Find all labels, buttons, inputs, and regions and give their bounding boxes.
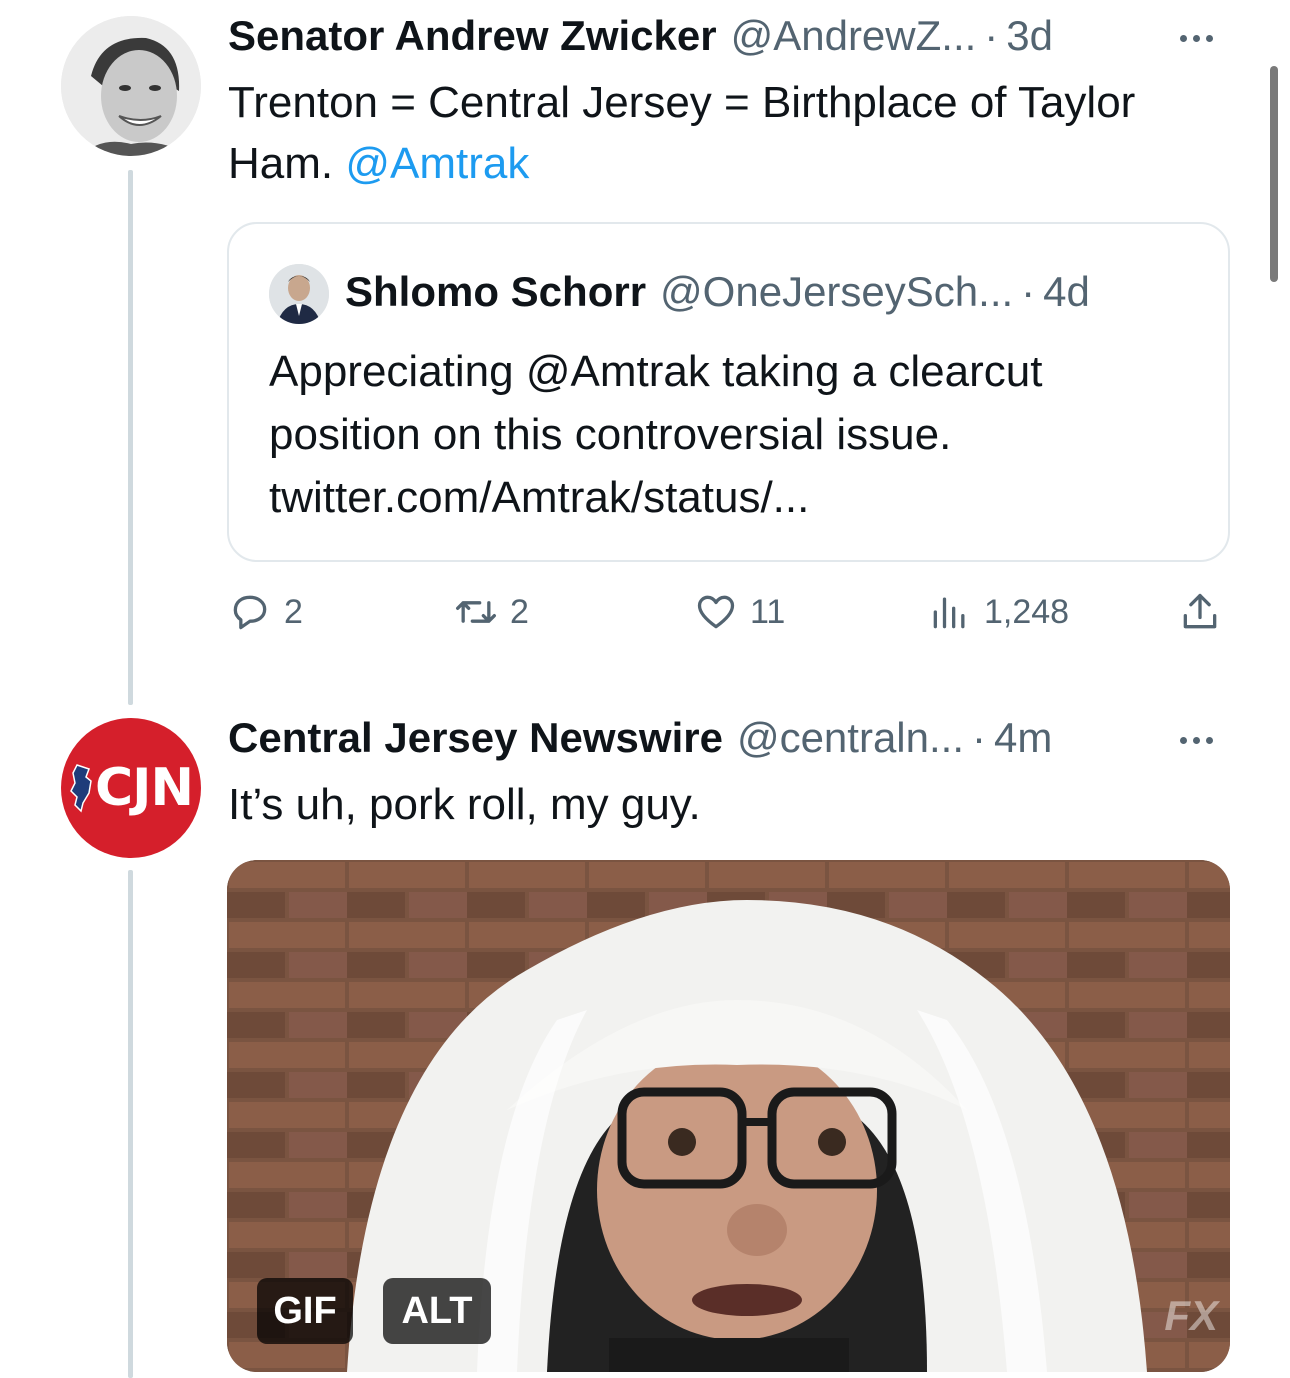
cjn-logo-text: CJN (94, 758, 194, 818)
fx-watermark: FX (1164, 1292, 1218, 1339)
quote-display-name[interactable]: Shlomo Schorr (345, 268, 646, 316)
analytics-icon (933, 597, 965, 629)
timestamp[interactable]: 4m (994, 714, 1052, 762)
scrollbar[interactable] (1270, 66, 1278, 282)
separator-dot: · (972, 714, 986, 761)
retweet-count: 2 (510, 592, 529, 631)
retweet-icon (456, 601, 496, 623)
tweet-header: Senator Andrew Zwicker @AndrewZ... · 3d (228, 12, 1053, 60)
alt-text-button[interactable]: ALT (383, 1278, 491, 1344)
timestamp[interactable]: 3d (1006, 12, 1053, 60)
gif-frame (227, 860, 1230, 1372)
avatar[interactable] (61, 16, 201, 156)
quote-avatar[interactable] (269, 264, 329, 324)
like-count: 11 (750, 592, 786, 631)
thread-connector (128, 870, 133, 1378)
retweet-button[interactable]: 2 (454, 590, 529, 634)
tweet-header: Central Jersey Newswire @centraln... · 4… (228, 714, 1052, 762)
separator-dot: · (984, 12, 999, 59)
share-icon (1183, 593, 1217, 629)
view-count: 1,248 (984, 592, 1070, 631)
reply-button[interactable]: 2 (228, 590, 303, 634)
heart-icon (697, 595, 735, 629)
reply-icon (233, 595, 267, 630)
user-handle[interactable]: @centraln... (737, 714, 964, 762)
gif-media[interactable]: GIF ALT FX (227, 860, 1230, 1372)
avatar-photo (61, 16, 201, 156)
quote-text: Appreciating @Amtrak taking a clearcut p… (269, 347, 1043, 522)
quote-handle[interactable]: @OneJerseySch... (660, 268, 1013, 316)
like-button[interactable]: 11 (694, 590, 785, 634)
quoted-tweet[interactable]: Shlomo Schorr @OneJerseySch... · 4d Appr… (227, 222, 1230, 562)
cjn-logo: CJN (69, 758, 194, 818)
more-options-icon[interactable] (1180, 28, 1226, 48)
share-button[interactable] (1178, 590, 1234, 634)
display-name[interactable]: Senator Andrew Zwicker (228, 12, 717, 60)
quote-avatar-photo (269, 264, 329, 324)
separator-dot: · (1021, 268, 1036, 315)
tweet-text: It’s uh, pork roll, my guy. (228, 780, 701, 829)
quote-timestamp[interactable]: 4d (1043, 268, 1090, 316)
new-jersey-map-icon (70, 764, 92, 813)
tweet-actions: 2 2 11 1,248 (228, 590, 1228, 640)
gif-badge: GIF (257, 1278, 353, 1344)
thread-connector (128, 170, 133, 705)
reply-count: 2 (284, 592, 303, 631)
user-handle[interactable]: @AndrewZ... (731, 12, 977, 60)
views-button[interactable]: 1,248 (928, 590, 1069, 634)
display-name[interactable]: Central Jersey Newswire (228, 714, 723, 762)
mention-link[interactable]: @Amtrak (345, 139, 529, 188)
tweet-text: Trenton = Central Jersey = Birthplace of… (228, 72, 1238, 194)
more-options-icon[interactable] (1180, 730, 1226, 750)
quote-header: Shlomo Schorr @OneJerseySch... · 4d (345, 268, 1090, 316)
avatar[interactable]: CJN (61, 718, 201, 858)
